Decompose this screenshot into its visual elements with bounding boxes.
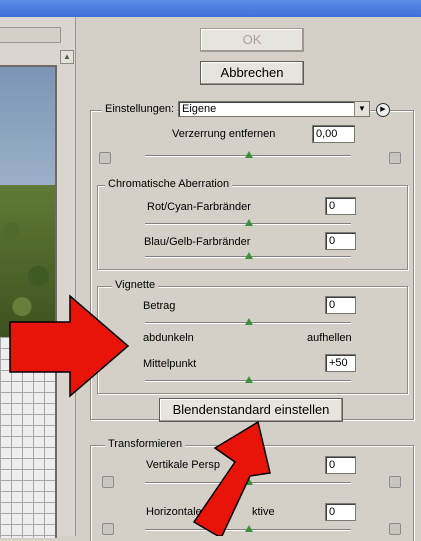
annotation-arrows — [9, 294, 271, 536]
red-arrow-up-icon — [192, 420, 271, 536]
red-arrow-right-icon — [9, 294, 130, 398]
